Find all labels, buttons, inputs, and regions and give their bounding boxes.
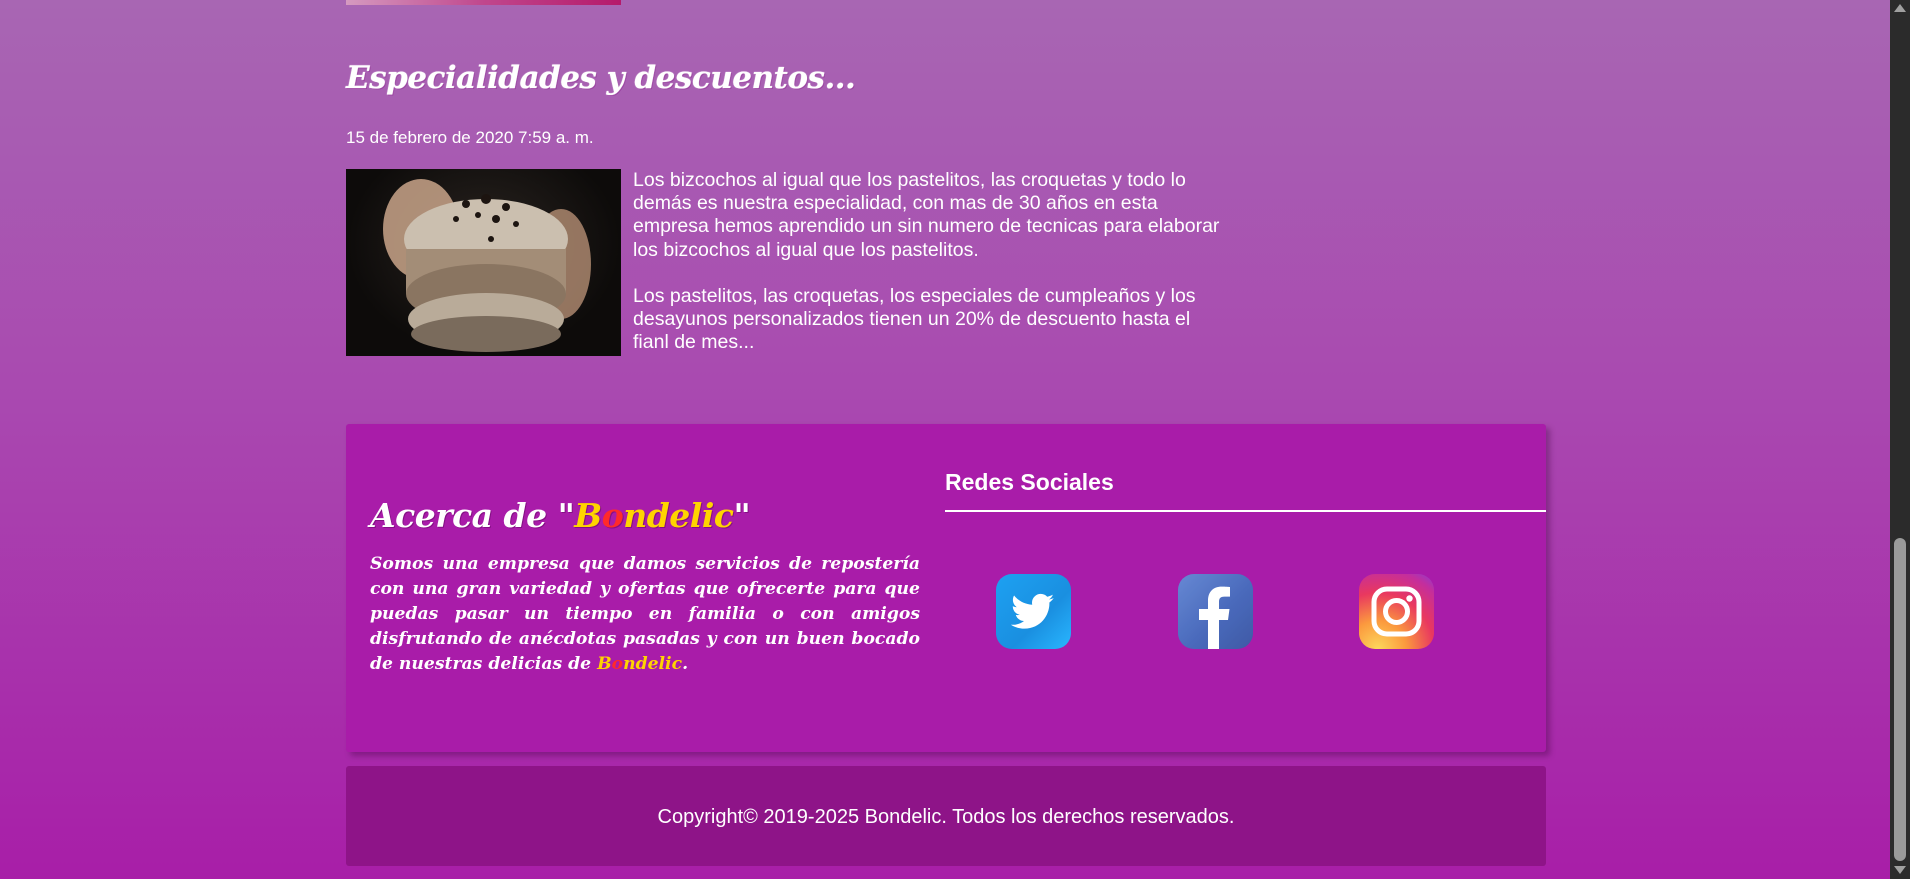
about-panel: Acerca de "Bondelic" Somos una empresa q…: [346, 424, 1546, 752]
scroll-up-arrow-icon[interactable]: [1894, 4, 1906, 12]
post-paragraph: Los pastelitos, las croquetas, los espec…: [633, 284, 1196, 354]
about-title: Acerca de "Bondelic": [370, 496, 751, 535]
about-title-suffix: ": [733, 496, 751, 535]
about-text: Somos una empresa que damos servicios de…: [370, 552, 920, 677]
post-paragraph: Los bizcochos al igual que los pastelito…: [633, 169, 1220, 261]
scrollbar[interactable]: [1890, 0, 1910, 879]
copyright-text: Copyright© 2019-2025 Bondelic. Todos los…: [657, 806, 1235, 828]
brand-letter-o: o: [601, 496, 624, 535]
scroll-down-arrow-icon[interactable]: [1894, 866, 1906, 874]
brand-rest: ndelic: [623, 654, 683, 674]
post-date: 15 de febrero de 2020 7:59 a. m.: [346, 128, 594, 147]
social-title: Redes Sociales: [945, 469, 1114, 495]
macaron-image: [346, 169, 621, 356]
brand-name-inline: Bondelic: [597, 654, 682, 674]
post-body: Los bizcochos al igual que los pastelito…: [633, 169, 1223, 377]
post-title: Especialidades y descuentos...: [346, 60, 856, 96]
brand-letter: B: [597, 654, 612, 674]
about-title-prefix: Acerca de ": [370, 496, 575, 535]
brand-rest: ndelic: [623, 496, 734, 535]
footer: Copyright© 2019-2025 Bondelic. Todos los…: [346, 766, 1546, 866]
brand-letter: B: [574, 496, 602, 535]
brand-letter-o: o: [611, 654, 624, 674]
about-text-end: .: [682, 654, 689, 674]
twitter-icon[interactable]: [996, 574, 1071, 649]
brand-name: Bondelic: [574, 496, 734, 535]
divider: [945, 510, 1546, 512]
facebook-icon[interactable]: [1178, 574, 1253, 649]
scroll-thumb[interactable]: [1894, 538, 1906, 861]
previous-post-image: [346, 0, 621, 5]
instagram-icon[interactable]: [1359, 574, 1434, 649]
